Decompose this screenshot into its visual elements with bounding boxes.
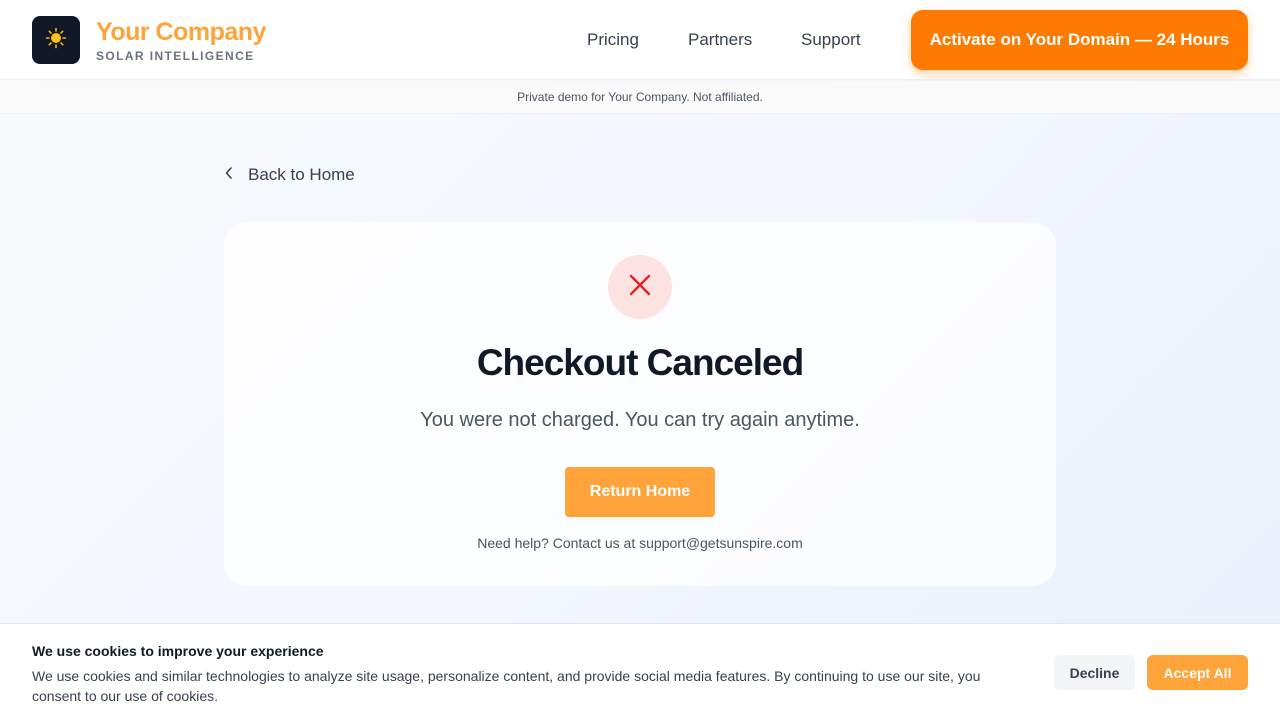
help-text: Need help? Contact us at support@getsuns… xyxy=(477,535,803,551)
back-to-home-label: Back to Home xyxy=(248,165,355,184)
site-header: Your Company SOLAR INTELLIGENCE Pricing … xyxy=(0,0,1280,80)
chevron-left-icon xyxy=(224,165,234,185)
back-to-home-link[interactable]: Back to Home xyxy=(224,164,355,186)
cookie-banner-title: We use cookies to improve your experienc… xyxy=(32,643,324,659)
sun-icon xyxy=(45,27,67,54)
cookie-banner: We use cookies to improve your experienc… xyxy=(0,623,1280,720)
decline-cookies-button[interactable]: Decline xyxy=(1054,655,1135,690)
brand-tagline: SOLAR INTELLIGENCE xyxy=(96,49,255,63)
logo[interactable] xyxy=(32,16,80,64)
nav-support[interactable]: Support xyxy=(801,30,861,50)
disclaimer-bar: Private demo for Your Company. Not affil… xyxy=(0,81,1280,114)
nav-pricing[interactable]: Pricing xyxy=(587,30,639,50)
return-home-button[interactable]: Return Home xyxy=(565,467,715,517)
brand-name[interactable]: Your Company xyxy=(96,18,266,47)
page-title: Checkout Canceled xyxy=(476,342,804,383)
nav-partners[interactable]: Partners xyxy=(688,30,752,50)
checkout-canceled-card: Checkout Canceled You were not charged. … xyxy=(224,222,1056,586)
close-icon xyxy=(628,273,652,302)
activate-domain-button[interactable]: Activate on Your Domain — 24 Hours xyxy=(911,10,1248,70)
accept-cookies-button[interactable]: Accept All xyxy=(1147,655,1248,690)
error-status-badge xyxy=(608,255,672,319)
cookie-banner-text: We use cookies and similar technologies … xyxy=(32,668,981,704)
page-subtitle: You were not charged. You can try again … xyxy=(420,409,860,431)
